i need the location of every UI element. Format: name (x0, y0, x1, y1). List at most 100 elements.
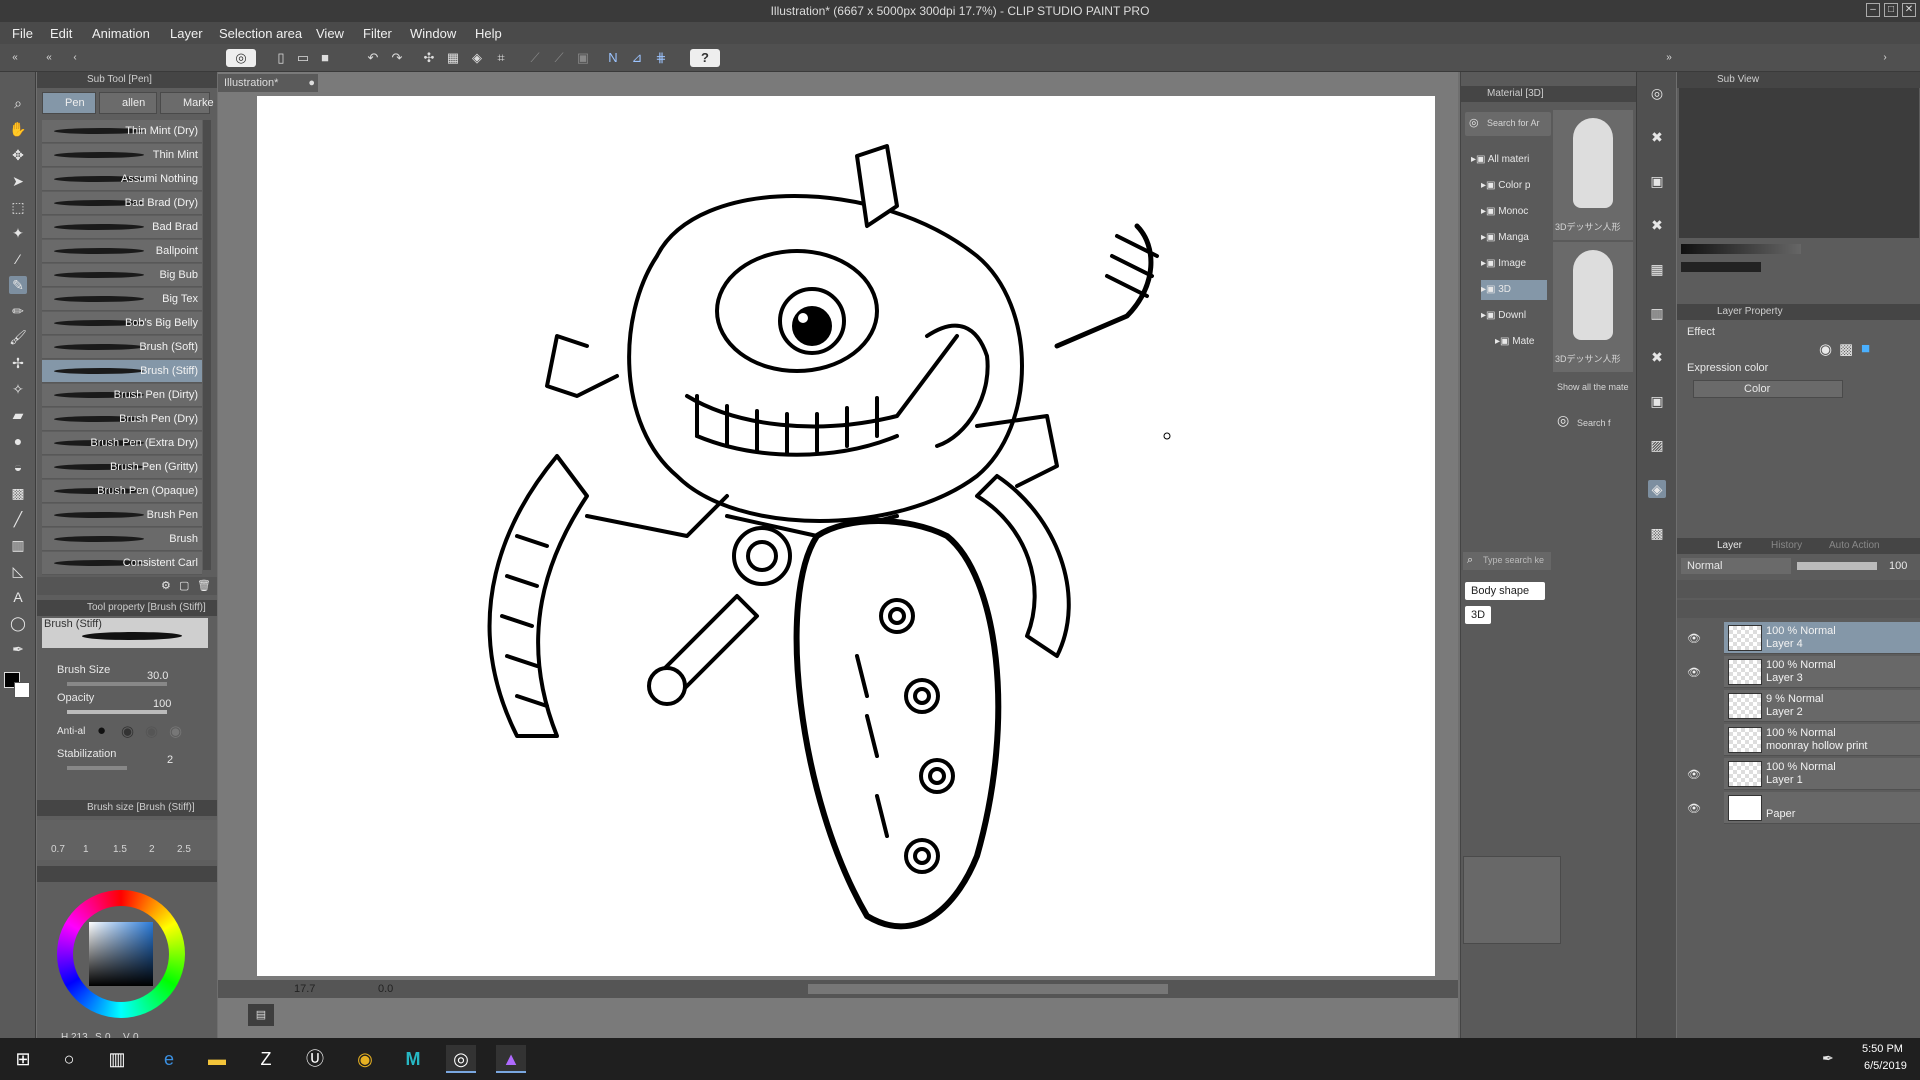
stabilization-value[interactable]: 2 (167, 754, 173, 766)
snap-special-ruler-icon[interactable]: ⊿ (628, 49, 646, 67)
blend-icon[interactable]: ● (9, 432, 27, 450)
zoom-tool-icon[interactable]: ⌕ (9, 94, 27, 112)
maya-icon[interactable]: M (398, 1045, 428, 1073)
material-tree-item[interactable]: ▸▣ Downl (1481, 306, 1547, 326)
text-tool-icon[interactable]: A (9, 588, 27, 606)
material-icon[interactable]: ▣ (1648, 392, 1666, 410)
ruler-icon[interactable]: ◺ (9, 562, 27, 580)
layer-row[interactable]: 100 % Normal Layer 4 (1724, 622, 1920, 654)
arrow-right-icon[interactable]: › (1876, 49, 1894, 67)
tone-effect-icon[interactable]: ▩ (1839, 340, 1853, 358)
document-tab[interactable]: Illustration* ● (218, 74, 318, 92)
layer-visibility-icon[interactable]: 👁 (1687, 768, 1701, 781)
zoom-value[interactable]: 17.7 (294, 983, 315, 995)
brush-item[interactable]: Brush Pen (Dry) (42, 408, 202, 431)
tab-auto-action[interactable]: Auto Action (1829, 540, 1880, 551)
explorer-icon[interactable]: ▬ (202, 1045, 232, 1073)
gradient-icon[interactable]: ▩ (9, 484, 27, 502)
brush-item[interactable]: Thin Mint (42, 144, 202, 167)
material-icon[interactable]: ▦ (1648, 260, 1666, 278)
layer-visibility-icon[interactable]: 👁 (1687, 632, 1701, 645)
help-button[interactable]: ? (690, 49, 720, 67)
open-file-icon[interactable]: ▭ (294, 49, 312, 67)
brush-item[interactable]: Consistent Carl (42, 552, 202, 575)
color-wheel[interactable] (57, 890, 185, 1018)
pencil-tool-icon[interactable]: ✏ (9, 302, 27, 320)
layer-visibility-icon[interactable]: 👁 (1687, 802, 1701, 815)
unreal-icon[interactable]: Ⓤ (300, 1045, 330, 1073)
auto-select-icon[interactable]: ✦ (9, 224, 27, 242)
brush-item[interactable]: Brush Pen (Gritty) (42, 456, 202, 479)
tab-history[interactable]: History (1771, 540, 1802, 551)
subtool-tab-marker[interactable]: Marke (160, 92, 214, 114)
layer-visibility-icon[interactable] (1687, 700, 1701, 712)
move-layer-icon[interactable]: ✥ (9, 146, 27, 164)
trash-icon[interactable]: 🗑 (197, 579, 211, 592)
brush-item[interactable]: Brush Pen (Dirty) (42, 384, 202, 407)
hand-tool-icon[interactable]: ✋ (9, 120, 27, 138)
task-view-icon[interactable]: ▥ (102, 1045, 132, 1073)
snap-icon[interactable]: ▣ (574, 49, 592, 67)
brush-item[interactable]: Brush (Stiff) (42, 360, 202, 383)
snap-ruler-icon[interactable]: N (604, 49, 622, 67)
drawing-canvas[interactable] (257, 96, 1435, 976)
sub-color-swatch[interactable] (14, 682, 30, 698)
menu-edit[interactable]: Edit (50, 26, 72, 41)
subtool-tab-pen[interactable]: Pen (42, 92, 96, 114)
tab-layer[interactable]: Layer (1717, 540, 1742, 551)
subview-area[interactable] (1679, 88, 1919, 238)
expand-right-icon[interactable]: » (1660, 49, 1678, 67)
fill-icon[interactable]: ▦ (444, 49, 462, 67)
redo-icon[interactable]: ↷ (388, 49, 406, 67)
material-thumb[interactable]: 3Dデッサン人形 (1553, 242, 1633, 372)
layer-row[interactable]: 100 % Normal Layer 3 (1724, 656, 1920, 688)
brush-size-value[interactable]: 30.0 (147, 670, 168, 682)
collapse-left-icon[interactable]: « (40, 49, 58, 67)
material-tree-item[interactable]: ▸▣ Mate (1495, 332, 1547, 352)
menu-window[interactable]: Window (410, 26, 456, 41)
material-tree-item[interactable]: ▸▣ All materi (1471, 150, 1547, 170)
layer-visibility-icon[interactable] (1687, 734, 1701, 746)
material-tree-item[interactable]: ▸▣ Color p (1481, 176, 1547, 196)
minimize-button[interactable]: – (1866, 3, 1880, 17)
material-icon[interactable]: ▣ (1648, 172, 1666, 190)
material-tree-item[interactable]: ▸▣ Image (1481, 254, 1547, 274)
brush-list-scrollbar[interactable] (203, 120, 211, 570)
layer-opacity-slider[interactable] (1797, 562, 1877, 570)
antialias-none-icon[interactable]: ● (97, 722, 106, 739)
brush-item[interactable]: Brush Pen (Extra Dry) (42, 432, 202, 455)
scale-icon[interactable]: ⌗ (492, 49, 510, 67)
material-icon[interactable]: ▥ (1648, 304, 1666, 322)
clear-icon[interactable]: ✣ (420, 49, 438, 67)
brush-item[interactable]: Big Tex (42, 288, 202, 311)
balloon-icon[interactable]: ◯ (9, 614, 27, 632)
brush-size-preset[interactable]: 1.5 (113, 844, 127, 855)
brush-item[interactable]: Bad Brad (42, 216, 202, 239)
stabilization-slider[interactable] (67, 766, 127, 770)
brush-item[interactable]: Bob's Big Belly (42, 312, 202, 335)
close-tab-icon[interactable]: ● (308, 77, 315, 89)
close-button[interactable]: ✕ (1902, 3, 1916, 17)
arrow-left-icon[interactable]: ‹ (66, 49, 84, 67)
antialias-strong-icon[interactable]: ◉ (169, 722, 182, 740)
material-thumb[interactable]: 3Dデッサン人形 (1553, 110, 1633, 240)
search-icon[interactable]: ◎ (1557, 412, 1569, 429)
material-tree-item[interactable]: ▸▣ Monoc (1481, 202, 1547, 222)
layer-color-icon[interactable]: ■ (1861, 340, 1870, 357)
decoration-icon[interactable]: ✧ (9, 380, 27, 398)
tag-3d[interactable]: 3D (1465, 606, 1491, 624)
eyedropper-icon[interactable]: ⁄ (9, 250, 27, 268)
operation-tool-icon[interactable]: ➤ (9, 172, 27, 190)
material-icon[interactable]: ▩ (1648, 524, 1666, 542)
blend-mode-select[interactable]: Normal (1681, 558, 1791, 574)
timeline-icon[interactable]: ▤ (248, 1004, 274, 1026)
menu-layer[interactable]: Layer (170, 26, 203, 41)
edge-icon[interactable]: e (154, 1045, 184, 1073)
affinity-icon[interactable]: ▲ (496, 1045, 526, 1073)
menu-view[interactable]: View (316, 26, 344, 41)
brush-item[interactable]: Big Bub (42, 264, 202, 287)
menu-selection-area[interactable]: Selection area (219, 26, 302, 41)
brush-item[interactable]: Ballpoint (42, 240, 202, 263)
layer-row[interactable]: 9 % Normal Layer 2 (1724, 690, 1920, 722)
material-icon[interactable]: ✖ (1648, 348, 1666, 366)
